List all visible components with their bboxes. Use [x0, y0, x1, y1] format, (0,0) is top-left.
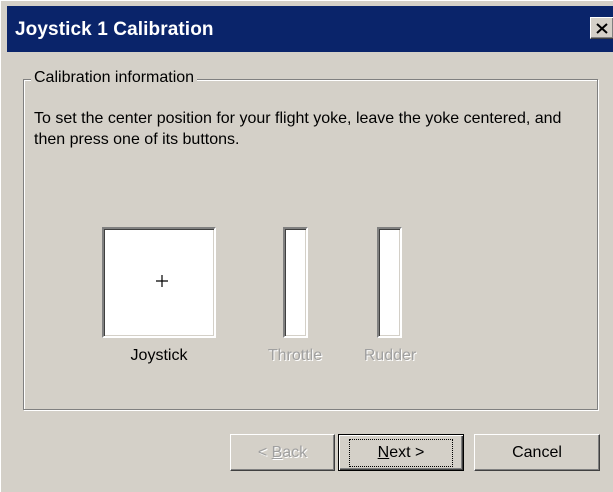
calibration-dialog: Joystick 1 Calibration Calibration infor… — [0, 0, 613, 492]
title-bar[interactable]: Joystick 1 Calibration — [7, 6, 613, 52]
throttle-bar — [283, 227, 308, 338]
joystick-label: Joystick — [130, 347, 188, 364]
throttle-label: Throttle — [267, 347, 323, 364]
next-button-label: Next > — [348, 438, 454, 467]
close-icon — [596, 22, 608, 34]
close-button[interactable] — [590, 17, 613, 39]
next-button[interactable]: Next > — [338, 434, 464, 471]
rudder-label: Rudder — [363, 347, 417, 364]
crosshair-icon — [156, 275, 168, 287]
rudder-bar — [377, 227, 402, 338]
cancel-button[interactable]: Cancel — [474, 434, 600, 471]
group-legend: Calibration information — [31, 69, 198, 87]
cancel-button-label: Cancel — [512, 443, 562, 461]
back-button[interactable]: < Back — [230, 434, 335, 471]
instructions-text: To set the center position for your flig… — [34, 110, 562, 148]
window-title: Joystick 1 Calibration — [15, 19, 214, 40]
back-button-label: < Back — [257, 443, 308, 461]
